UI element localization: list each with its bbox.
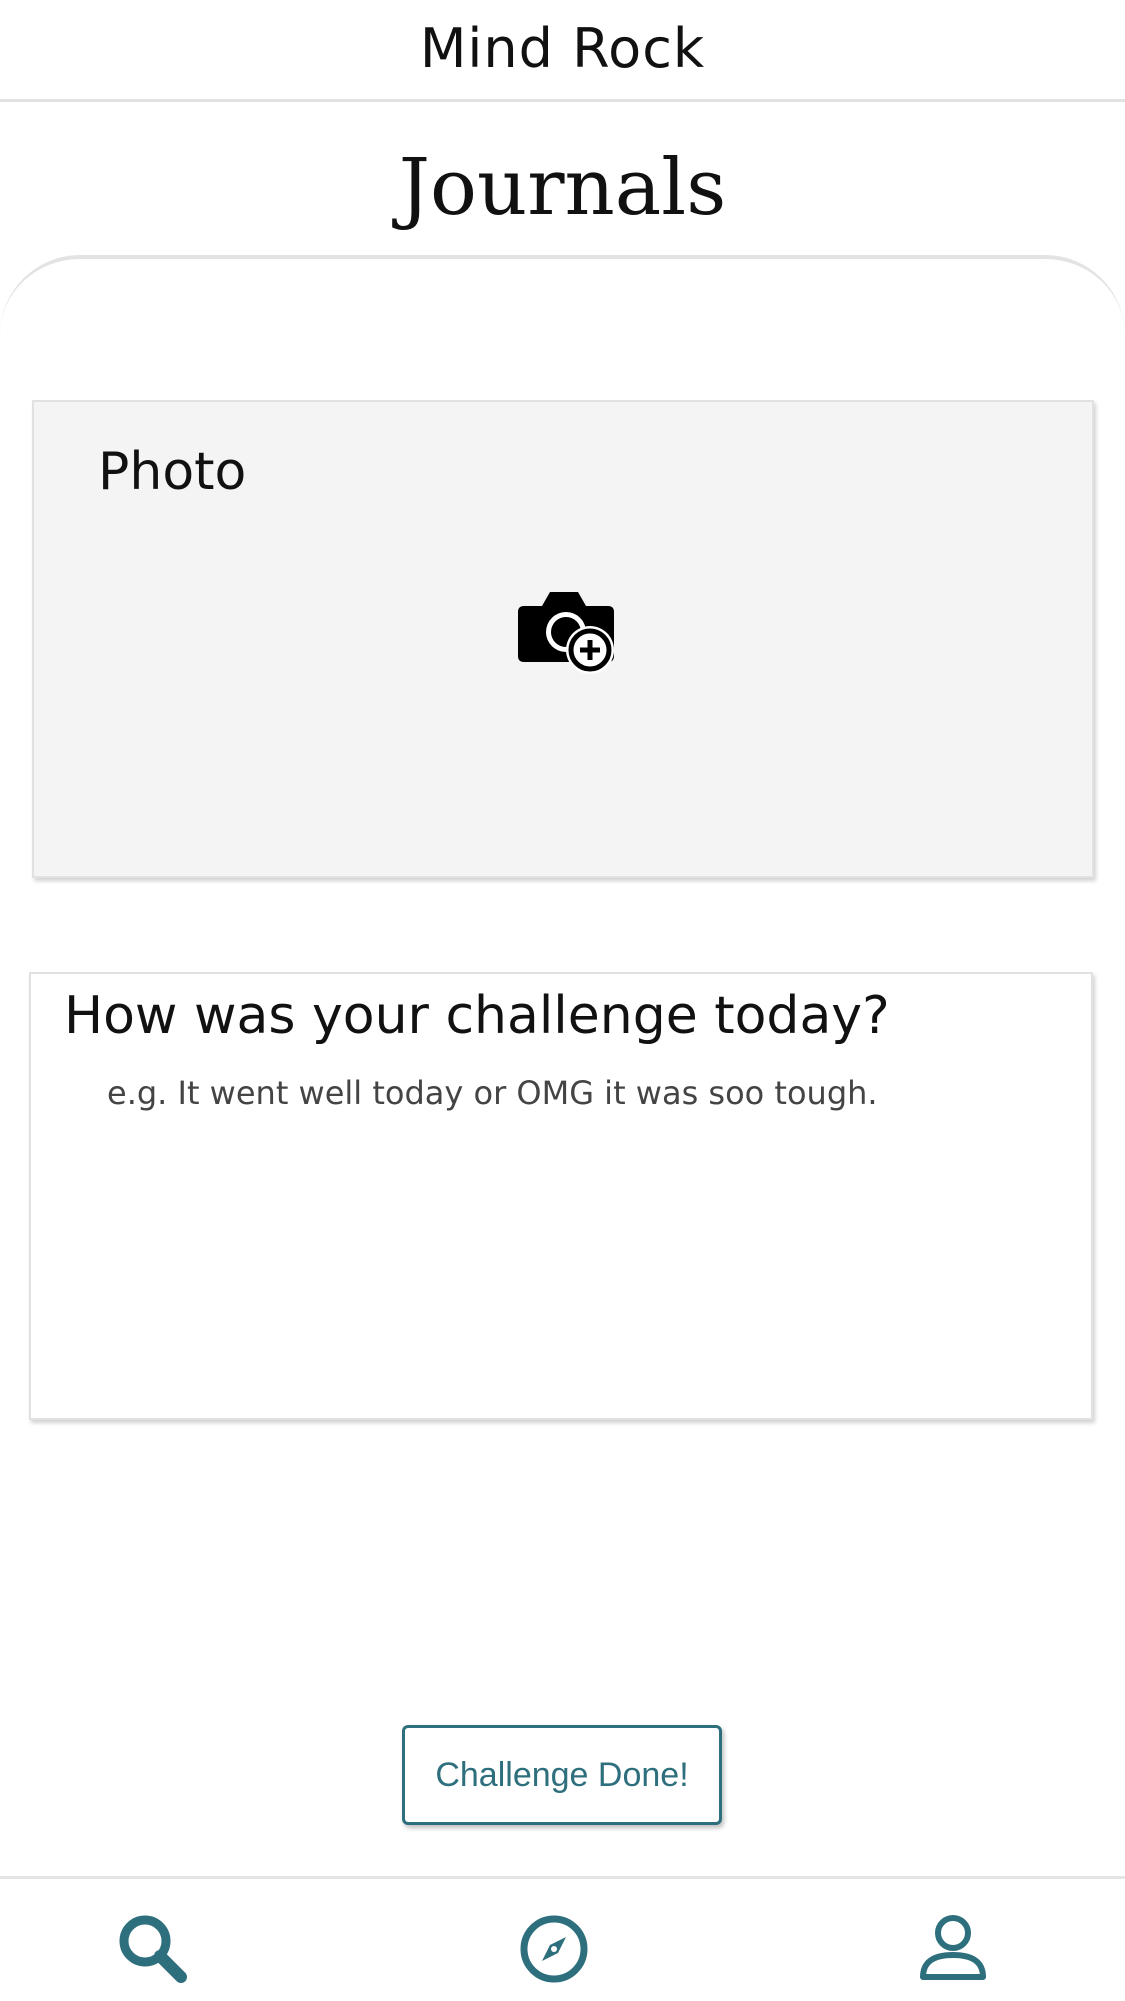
app-title: Mind Rock — [419, 17, 706, 80]
photo-label: Photo — [98, 442, 247, 502]
journal-entry-input[interactable] — [107, 1074, 1047, 1374]
page-title: Journals — [398, 143, 727, 233]
top-bar: Mind Rock — [0, 0, 1125, 102]
add-photo-button[interactable] — [512, 582, 620, 682]
challenge-done-button[interactable]: Challenge Done! — [402, 1725, 722, 1825]
bottom-nav — [0, 1876, 1125, 2001]
nav-search[interactable] — [113, 1909, 193, 1989]
profile-icon — [920, 1915, 986, 1980]
nav-profile[interactable] — [913, 1909, 993, 1989]
entry-question: How was your challenge today? — [64, 986, 890, 1046]
journal-entry-card: How was your challenge today? — [29, 972, 1093, 1420]
compass-icon — [520, 1915, 588, 1983]
app-root: Mind Rock Journals Photo How was your ch… — [0, 0, 1125, 2001]
camera-add-icon — [518, 592, 614, 674]
nav-explore[interactable] — [514, 1909, 594, 1989]
search-icon — [119, 1915, 187, 1983]
photo-card: Photo — [32, 400, 1094, 878]
